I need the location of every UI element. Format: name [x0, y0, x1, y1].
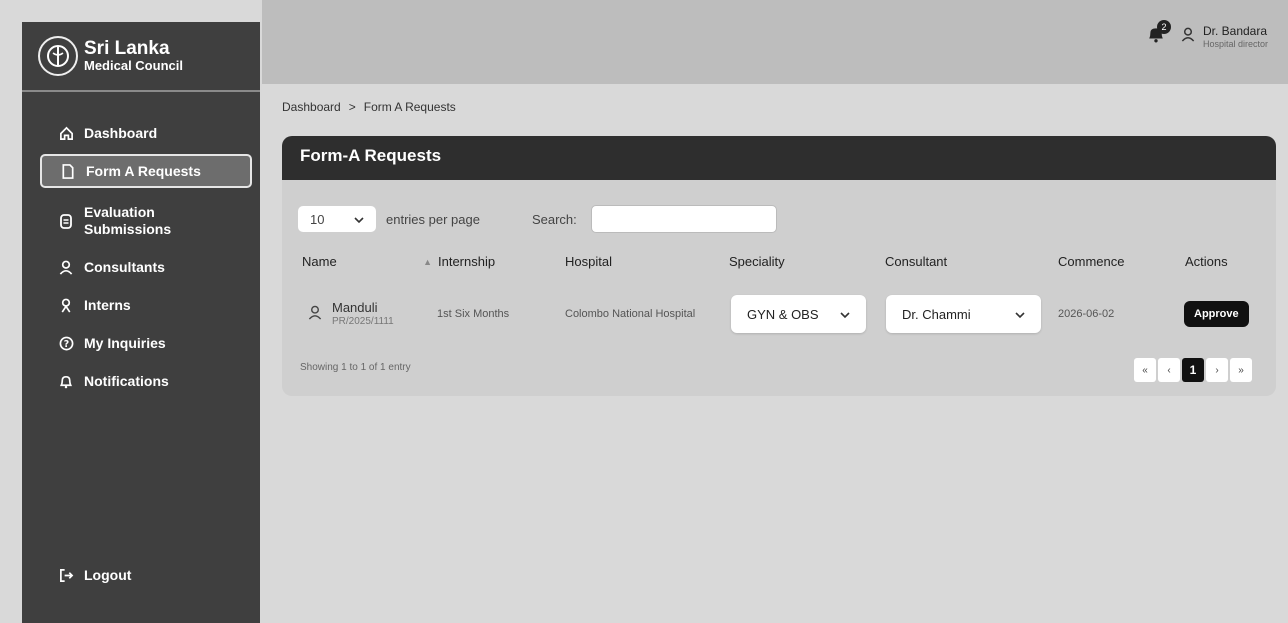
entries-per-page-label: entries per page — [386, 211, 480, 227]
clipboard-icon — [58, 213, 74, 229]
sidebar-item-consultants[interactable]: Consultants — [22, 248, 260, 286]
intern-name: Manduli — [332, 299, 378, 315]
table-row: Manduli PR/2025/1111 1st Six Months Colo… — [282, 290, 1276, 338]
intern-reg-no: PR/2025/1111 — [332, 315, 394, 327]
sidebar-item-dashboard[interactable]: Dashboard — [22, 114, 260, 152]
notification-count-badge: 2 — [1156, 20, 1171, 34]
question-icon: ? — [58, 335, 74, 351]
sort-icon: ▲ — [423, 256, 432, 267]
consultant-select[interactable]: Dr. Chammi — [886, 295, 1041, 333]
actions-cell: Approve — [1184, 290, 1249, 338]
column-header-hospital[interactable]: Hospital — [565, 254, 612, 269]
speciality-cell: GYN & OBS — [731, 290, 866, 338]
table-header: Name ▲ Internship Hospital Speciality Co… — [282, 254, 1276, 278]
sidebar-item-label: Dashboard — [84, 124, 158, 141]
logo[interactable]: Sri Lanka Medical Council — [38, 30, 238, 82]
logo-emblem-icon — [38, 36, 78, 76]
column-header-label: Commence — [1058, 254, 1125, 269]
table-controls: 10 entries per page Search: — [298, 205, 777, 233]
hospital-cell: Colombo National Hospital — [565, 308, 696, 320]
approve-button[interactable]: Approve — [1184, 301, 1249, 327]
sidebar-item-label: Consultants — [84, 258, 165, 275]
breadcrumb-current: Form A Requests — [363, 100, 456, 114]
column-header-actions: Actions — [1185, 254, 1228, 269]
speciality-value: GYN & OBS — [747, 306, 819, 322]
form-a-requests-card: Form-A Requests 10 entries per page Sear… — [282, 136, 1276, 396]
breadcrumb-dashboard-link[interactable]: Dashboard — [282, 100, 341, 114]
page-1-button[interactable]: 1 — [1182, 358, 1204, 382]
column-header-speciality[interactable]: Speciality — [729, 254, 785, 269]
first-page-button[interactable]: « — [1134, 358, 1156, 382]
column-header-internship[interactable]: Internship — [438, 254, 495, 269]
logout-button[interactable]: Logout — [58, 567, 131, 583]
top-bar: 2 Dr. Bandara Hospital director — [262, 0, 1288, 84]
user-name: Dr. Bandara — [1202, 23, 1268, 38]
sidebar-item-evaluation-submissions[interactable]: Evaluation Submissions — [22, 194, 260, 248]
sidebar: Sri Lanka Medical Council Dashboard Form… — [22, 22, 260, 623]
sidebar-item-label: Interns — [84, 296, 131, 313]
column-header-commence[interactable]: Commence — [1058, 254, 1124, 269]
user-icon — [308, 305, 322, 323]
sidebar-item-form-a-requests[interactable]: Form A Requests — [40, 154, 252, 188]
sidebar-item-interns[interactable]: Interns — [22, 286, 260, 324]
breadcrumb: Dashboard > Form A Requests — [282, 100, 456, 114]
sidebar-nav: Dashboard Form A Requests Evaluation Sub… — [22, 114, 260, 400]
intern-icon — [58, 297, 74, 313]
column-header-label: Actions — [1185, 254, 1228, 269]
search-label: Search: — [531, 211, 577, 227]
column-header-label: Name — [302, 254, 337, 269]
card-title: Form-A Requests — [282, 136, 1276, 180]
sidebar-item-label: Form A Requests — [86, 162, 201, 179]
sidebar-item-label: Evaluation Submissions — [84, 204, 172, 237]
column-header-label: Consultant — [885, 254, 948, 269]
logout-icon — [58, 567, 74, 583]
sidebar-item-notifications[interactable]: Notifications — [22, 362, 260, 400]
table-info: Showing 1 to 1 of 1 entry — [300, 362, 411, 373]
speciality-select[interactable]: GYN & OBS — [731, 295, 866, 333]
sidebar-item-label: My Inquiries — [84, 334, 166, 351]
pagination: « ‹ 1 › » — [1134, 358, 1252, 382]
search-input[interactable] — [590, 205, 777, 233]
column-header-label: Speciality — [729, 254, 785, 269]
home-icon — [58, 125, 74, 141]
user-avatar-icon — [1181, 27, 1195, 47]
column-header-consultant[interactable]: Consultant — [885, 254, 947, 269]
chevron-down-icon — [1015, 307, 1025, 322]
name-cell: Manduli PR/2025/1111 — [308, 290, 394, 338]
column-header-name[interactable]: Name ▲ — [302, 254, 432, 269]
last-page-button[interactable]: » — [1230, 358, 1252, 382]
bell-icon — [58, 373, 74, 389]
user-menu[interactable]: Dr. Bandara Hospital director — [1181, 23, 1268, 49]
column-header-label: Internship — [438, 254, 496, 269]
entries-per-page-select[interactable]: 10 — [298, 206, 376, 232]
breadcrumb-separator: > — [348, 100, 356, 114]
chevron-down-icon — [840, 307, 850, 322]
entries-per-page-value: 10 — [310, 211, 325, 227]
consultant-cell: Dr. Chammi — [886, 290, 1041, 338]
chevron-down-icon — [354, 212, 364, 227]
logo-subtitle: Medical Council — [84, 58, 183, 74]
logout-label: Logout — [84, 567, 132, 583]
sidebar-item-label: Notifications — [84, 372, 169, 389]
prev-page-button[interactable]: ‹ — [1158, 358, 1180, 382]
sidebar-item-my-inquiries[interactable]: ? My Inquiries — [22, 324, 260, 362]
column-header-label: Hospital — [565, 254, 612, 269]
document-icon — [60, 163, 76, 179]
notification-bell-button[interactable]: 2 — [1143, 20, 1171, 50]
consultant-value: Dr. Chammi — [902, 306, 971, 322]
user-role: Hospital director — [1202, 38, 1268, 49]
user-icon — [58, 259, 74, 275]
next-page-button[interactable]: › — [1206, 358, 1228, 382]
internship-cell: 1st Six Months — [437, 308, 510, 320]
svg-text:?: ? — [63, 338, 68, 349]
commence-cell: 2026-06-02 — [1058, 308, 1115, 320]
sidebar-divider — [22, 90, 260, 92]
logo-title: Sri Lanka — [84, 38, 170, 60]
